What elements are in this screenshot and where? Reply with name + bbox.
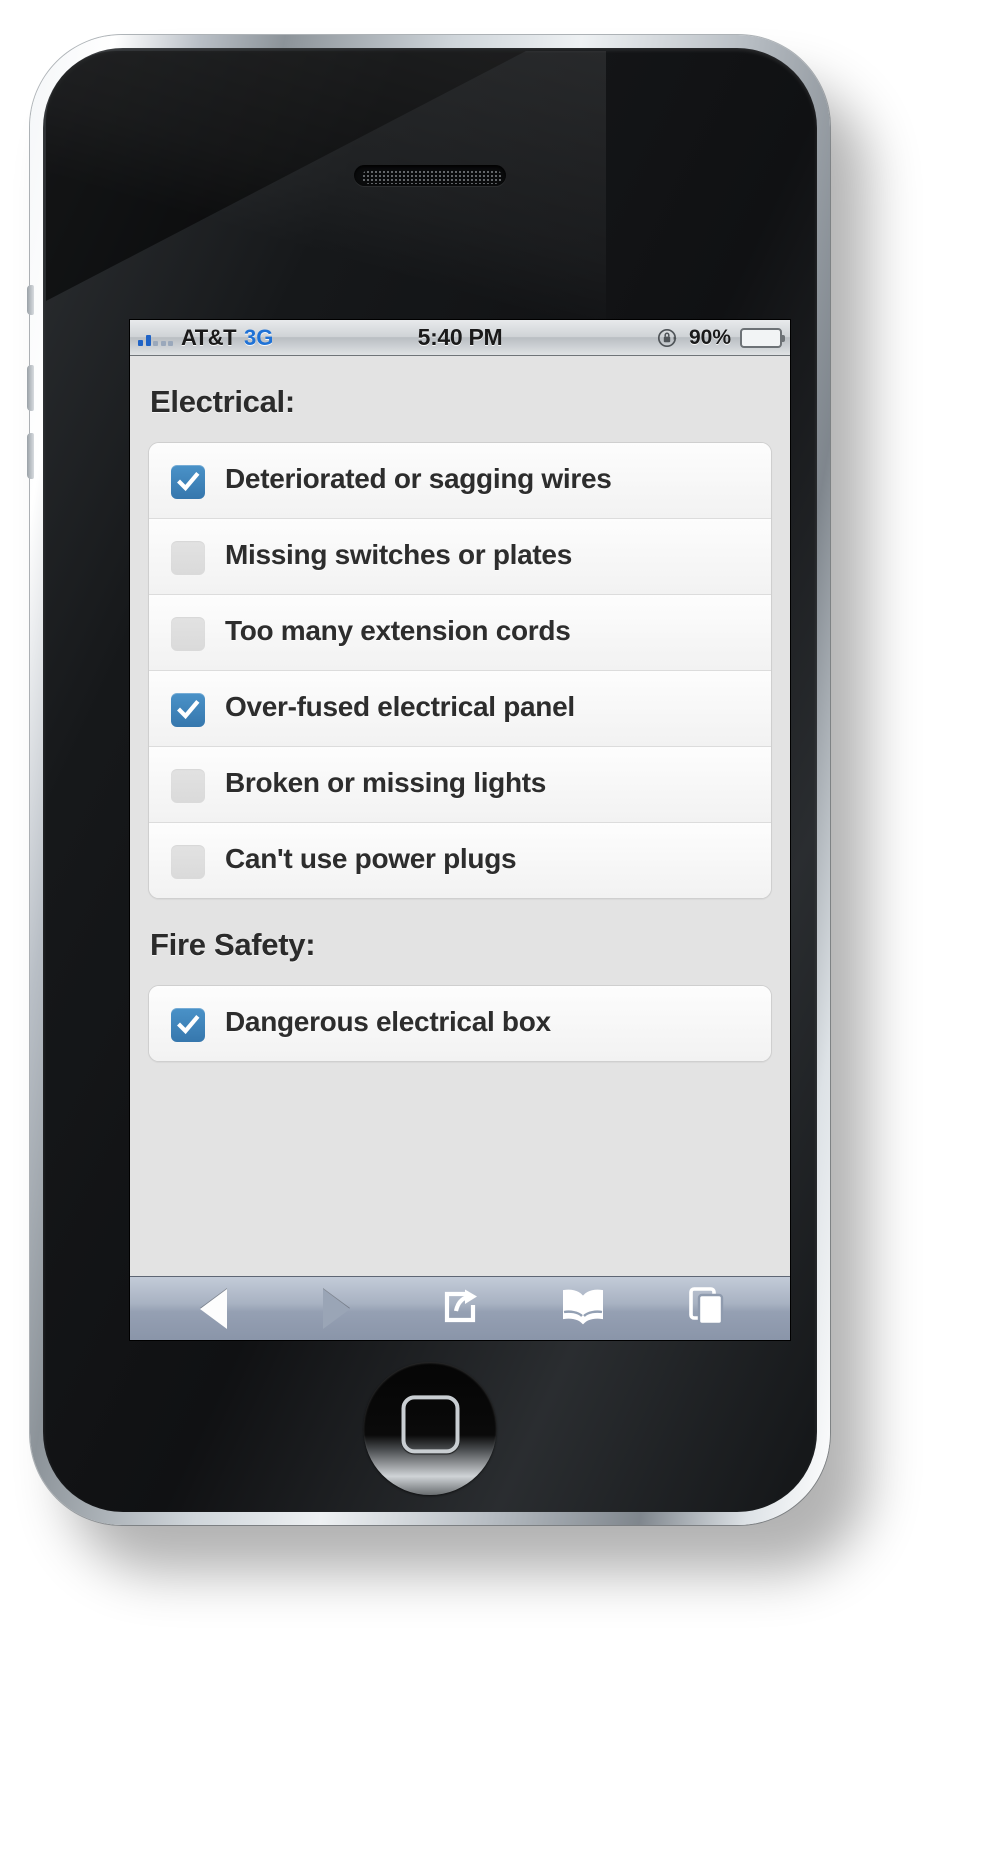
share-icon [438,1284,482,1333]
list-item-label: Too many extension cords [225,615,571,646]
bookmarks-button[interactable] [553,1286,613,1331]
book-icon [560,1286,606,1331]
iphone-device: AT&T 3G 5:40 PM 90% Electrical: Deterior… [27,35,830,1525]
checkbox-unchecked[interactable] [171,845,205,879]
silent-switch[interactable] [27,285,34,315]
phone-screen: AT&T 3G 5:40 PM 90% Electrical: Deterior… [130,320,790,1340]
network-type-label: 3G [244,324,274,350]
share-button[interactable] [430,1284,490,1333]
list-item[interactable]: Broken or missing lights [149,747,771,823]
list-item-label: Over-fused electrical panel [225,691,575,722]
list-item[interactable]: Dangerous electrical box [149,986,771,1061]
home-button[interactable] [363,1362,497,1495]
list-item[interactable]: Can't use power plugs [149,823,771,898]
list-item-label: Dangerous electrical box [225,1006,551,1037]
list-item[interactable]: Over-fused electrical panel [149,671,771,747]
back-button[interactable] [184,1288,244,1329]
list-item-label: Broken or missing lights [225,767,547,798]
status-bar-right: 90% [656,325,785,350]
checkbox-checked[interactable] [171,1008,205,1042]
section-heading-electrical: Electrical: [150,384,295,419]
forward-arrow-icon [323,1288,351,1329]
checkbox-checked[interactable] [171,693,205,727]
checkbox-checked[interactable] [171,465,205,499]
volume-up-button[interactable] [27,365,34,411]
list-item[interactable]: Missing switches or plates [149,519,771,595]
checkbox-unchecked[interactable] [171,769,205,803]
list-item[interactable]: Too many extension cords [149,595,771,671]
list-item-label: Can't use power plugs [225,843,517,874]
signal-strength-icon [138,330,173,346]
home-square-icon [401,1394,459,1453]
battery-percent-label: 90% [688,325,731,349]
list-item-label: Deteriorated or sagging wires [225,463,612,494]
volume-down-button[interactable] [27,433,34,479]
speaker-grille-icon [354,165,506,186]
carrier-label: AT&T [181,324,237,350]
checklist-electrical: Deteriorated or sagging wires Missing sw… [148,442,772,899]
safari-toolbar [130,1276,790,1340]
section-heading-fire-safety: Fire Safety: [150,927,316,962]
checkbox-unchecked[interactable] [171,617,205,651]
battery-icon [740,327,785,348]
status-bar-left: AT&T 3G [138,325,273,351]
webpage-content: Electrical: Deteriorated or sagging wire… [130,356,790,1276]
checkbox-unchecked[interactable] [171,541,205,575]
back-arrow-icon [200,1288,228,1329]
checklist-fire-safety: Dangerous electrical box [148,985,772,1062]
tabs-button[interactable] [676,1284,736,1333]
status-bar: AT&T 3G 5:40 PM 90% [130,320,790,356]
rotation-lock-icon [656,326,680,350]
list-item-label: Missing switches or plates [225,539,572,570]
forward-button[interactable] [307,1288,367,1329]
list-item[interactable]: Deteriorated or sagging wires [149,443,771,519]
pages-icon [684,1284,728,1333]
